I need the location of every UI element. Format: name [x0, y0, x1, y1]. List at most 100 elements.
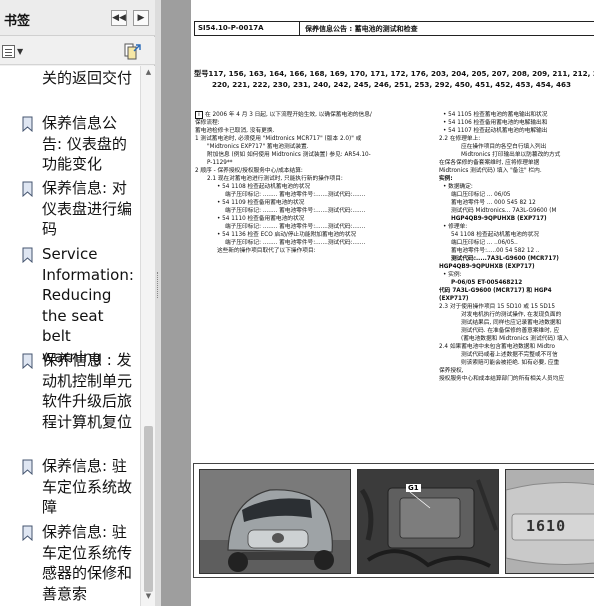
text-line-content: Midtronics 测试代码) 填入 "备注" 栏内.: [439, 168, 542, 174]
expand-current-bookmark-icon[interactable]: [122, 42, 142, 60]
text-line-content: • 54 1106 检查备用蓄电池的电解输出和: [443, 120, 548, 126]
bookmark-label: 保养信息: 驻车定位系统故障: [42, 457, 133, 516]
text-line: 测试代码 Midtronics... 7A3L-G9600 (M: [439, 207, 594, 215]
document-page: SI54.10-P-0017A 保养信息公告 : 蓄电池的测试和检查 型号117…: [191, 0, 594, 606]
text-line: 附加信息 (例如 如何使用 Midtronics 测试装置) 参见: AR54.…: [195, 151, 425, 159]
bookmark-label: 保养信息: 对仪表盘进行编码: [42, 179, 133, 238]
text-line-content: 蓄电池检修卡已取消, 没有更换.: [195, 128, 275, 134]
bookmark-scrollbar[interactable]: ▲ ▼: [140, 66, 155, 606]
text-line-content: • 数据确定:: [443, 184, 473, 190]
text-line-content: • 实例:: [443, 272, 462, 278]
text-line-content: P-06/05 ET-005468212: [451, 280, 523, 286]
car-photo: [199, 469, 351, 574]
text-line-content: • 54 1107 检查起动机蓄电池的电解输出: [443, 128, 548, 134]
text-line: i在 2006 年 4 月 3 日起, 以下流程开始生效, 以确保蓄电池的信息/: [195, 111, 425, 119]
text-line: 保修流程:: [195, 119, 425, 127]
text-line: • 实例:: [439, 271, 594, 279]
text-line: • 54 1109 检查备用蓄电池的状况: [195, 199, 425, 207]
text-line-content: 应在操作项目的各空白行填入列出: [461, 144, 547, 150]
text-line-content: 测试代码. 在准备保修的善意案维时, 应: [461, 328, 560, 334]
text-line-content: 保养授权,: [439, 368, 464, 374]
text-line: • 54 1110 检查备用蓄电池的状况: [195, 215, 425, 223]
text-line: HGP4QB9-9QPUHXB (EXP717): [439, 263, 594, 271]
text-line-content: • 54 1110 检查备用蓄电池的状况: [217, 216, 305, 222]
text-line-content: 端口压印标记 ... ..06/05..: [451, 240, 518, 246]
text-line-content: "Midtronics EXP717" 蓄电池测试装置.: [207, 144, 309, 150]
scroll-up-icon[interactable]: ▲: [143, 68, 154, 78]
text-line: • 54 1107 检查起动机蓄电池的电解输出: [439, 127, 594, 135]
text-line-content: 2.3 对于使用操作项目 15 5D10 或 15 5D15: [439, 304, 556, 310]
text-line: 端子压印标记: ........ 蓄电池零件号:.......测试代码:....…: [195, 223, 425, 231]
text-line: (EXP717): [439, 295, 594, 303]
text-line: • 修理单:: [439, 223, 594, 231]
text-line: 实例:: [439, 175, 594, 183]
bookmark-label: 保养信息: 驻车定位系统传感器的保修和善意索: [42, 523, 133, 603]
text-line-content: (蓄电池数据和 Midtronics 测试代码) 填入: [461, 336, 569, 342]
text-line: 端子压印标记: ........ 蓄电池零件号:.......测试代码:....…: [195, 207, 425, 215]
text-line-content: 端子压印标记: ........ 蓄电池零件号:.......测试代码:....…: [225, 240, 366, 246]
text-line-content: • 54 1109 检查备用蓄电池的状况: [217, 200, 305, 206]
text-line-content: 在 2006 年 4 月 3 日起, 以下流程开始生效, 以确保蓄电池的信息/: [205, 112, 372, 118]
text-line-content: 测试代码:.....7A3L-G9600 (MCR717): [451, 256, 559, 262]
document-id: SI54.10-P-0017A: [198, 24, 264, 32]
text-line-content: 代码 7A3L-G9600 (MCR717) 和 HGP4: [439, 288, 552, 294]
text-line-content: 实例:: [439, 176, 453, 182]
bookmarks-panel: 书签 ◀◀ ▶ ▼ 关的返回交付 保养信息公告: 仪表盘的功能变化 保养信息: …: [0, 0, 155, 606]
text-line: 蓄电池零件号 ... 000 545 82 12: [439, 199, 594, 207]
splitter-grip[interactable]: [157, 272, 159, 298]
text-line: Midtronics 打印输出单以防篡改的方式: [439, 151, 594, 159]
text-line-content: 端子压印标记: ........ 蓄电池零件号:.......测试代码:....…: [225, 224, 366, 230]
text-line-content: 端子压印标记: ........ 蓄电池零件号:.......测试代码:....…: [225, 192, 366, 198]
terminal-closeup-photo: 1610: [505, 469, 594, 574]
text-line-content: 保修流程:: [195, 120, 220, 126]
text-line: 代码 7A3L-G9600 (MCR717) 和 HGP4: [439, 287, 594, 295]
bookmarks-toolbar: ▼: [0, 37, 155, 65]
bookmark-icon: [22, 459, 33, 475]
text-line: 测试代码. 在准备保修的善意案维时, 应: [439, 327, 594, 335]
text-line: P-1129**: [195, 159, 425, 167]
text-line-content: 授权服务中心和成本结算部门的所有相关人员均应: [439, 376, 565, 382]
text-line-content: HGP4QB9-9QPUHXB (EXP717): [439, 264, 535, 270]
text-line-content: 附加信息 (例如 如何使用 Midtronics 测试装置) 参见: AR54.…: [207, 152, 371, 158]
right-arrow-icon[interactable]: ▶: [133, 10, 149, 26]
text-line-content: 2.4 如果蓄电池中未包含蓄电池数据和 Midtro: [439, 344, 555, 350]
text-line: 端子压印标记: ........ 蓄电池零件号:.......测试代码:....…: [195, 191, 425, 199]
text-line-content: 2.1 现在对蓄电池进行测试时, 只能执行新的操作项目:: [207, 176, 343, 182]
bookmark-icon: [22, 525, 33, 541]
text-line: • 54 1106 检查备用蓄电池的电解输出和: [439, 119, 594, 127]
double-left-arrow-icon[interactable]: ◀◀: [111, 10, 127, 26]
engine-bay-photo: G1: [357, 469, 499, 574]
figure-label: G1: [406, 484, 421, 492]
bookmark-options-icon[interactable]: ▼: [2, 44, 26, 60]
text-line-content: • 54 1136 检查 ECO 启动/停止功能附加蓄电池的状况: [217, 232, 357, 238]
text-line: • 54 1136 检查 ECO 启动/停止功能附加蓄电池的状况: [195, 231, 425, 239]
text-line-content: HGP4QB9-9QPUHXB (EXP717): [451, 216, 547, 222]
text-line: 蓄电池零件号:.....00 54 582 12 ..: [439, 247, 594, 255]
text-line: 对发电机执行的测试操作, 在发现负面的: [439, 311, 594, 319]
text-line-content: 测试结果后, 同样也应记录蓄电池数据和: [461, 320, 562, 326]
battery-figure: G1 1610: [193, 463, 594, 578]
text-line-content: 端口压印标记 ... 06/05: [451, 192, 511, 198]
text-line: 2.4 如果蓄电池中未包含蓄电池数据和 Midtro: [439, 343, 594, 351]
text-line-content: Midtronics 打印输出单以防篡改的方式: [461, 152, 561, 158]
text-line: 端口压印标记 ... 06/05: [439, 191, 594, 199]
text-line: "Midtronics EXP717" 蓄电池测试装置.: [195, 143, 425, 151]
text-line: P-06/05 ET-005468212: [439, 279, 594, 287]
text-line: 端口压印标记 ... ..06/05..: [439, 239, 594, 247]
text-line-content: 端子压印标记: ........ 蓄电池零件号:.......测试代码:....…: [225, 208, 366, 214]
terminal-marking: 1610: [526, 517, 567, 535]
text-line-content: 2.2 在修理单上:: [439, 136, 481, 142]
scroll-thumb[interactable]: [144, 426, 153, 592]
document-title: 保养信息公告 : 蓄电池的测试和检查: [305, 25, 418, 33]
text-line: HGP4QB9-9QPUHXB (EXP717): [439, 215, 594, 223]
text-line: 测试代码或者上述数据不完整或不可信: [439, 351, 594, 359]
bookmark-label: Service Information: Reducing the seat b…: [42, 245, 134, 366]
bookmark-icon: [22, 181, 33, 197]
document-left-column: i在 2006 年 4 月 3 日起, 以下流程开始生效, 以确保蓄电池的信息/…: [195, 111, 425, 255]
text-line: • 数据确定:: [439, 183, 594, 191]
text-line: 测试结果后, 同样也应记录蓄电池数据和: [439, 319, 594, 327]
text-line: 蓄电池检修卡已取消, 没有更换.: [195, 127, 425, 135]
info-icon: i: [195, 111, 203, 119]
scroll-down-icon[interactable]: ▼: [143, 592, 154, 602]
text-line: 端子压印标记: ........ 蓄电池零件号:.......测试代码:....…: [195, 239, 425, 247]
